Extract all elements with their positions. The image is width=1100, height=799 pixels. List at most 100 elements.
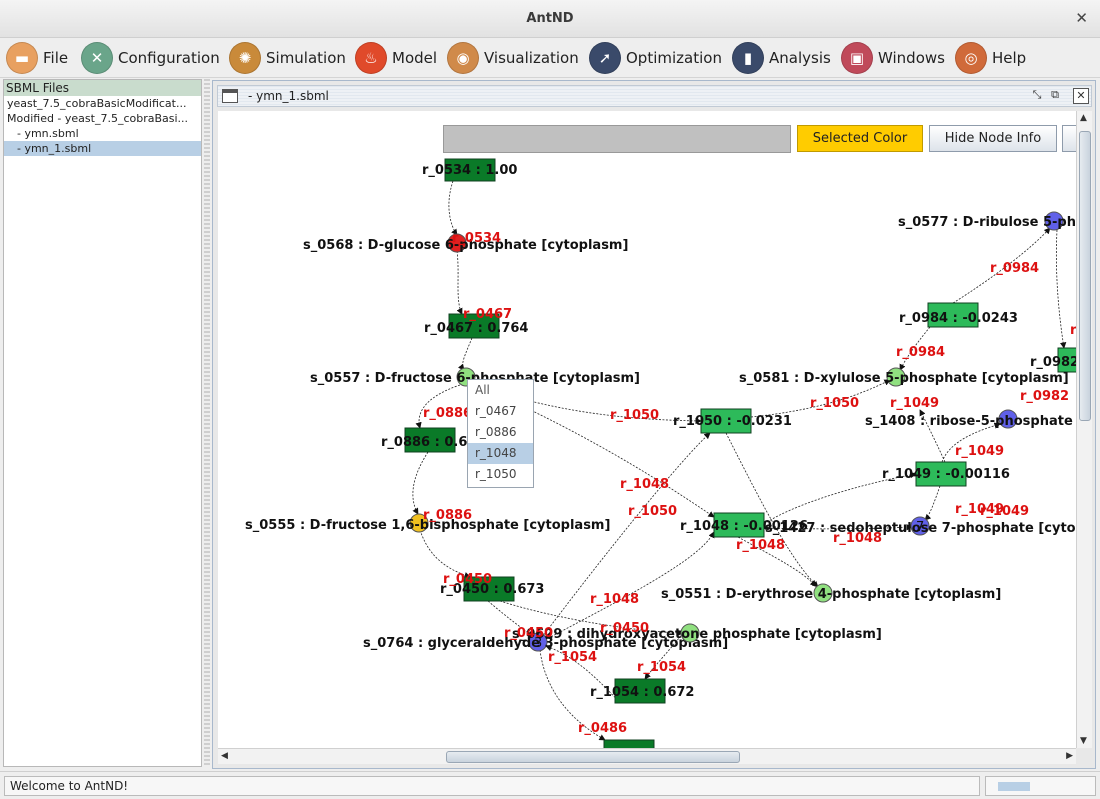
tree-item[interactable]: Modified - yeast_7.5_cobraBasi... [4,111,201,126]
tree-item-selected[interactable]: - ymn_1.sbml [4,141,201,156]
edge-label[interactable]: r_1048 [833,531,882,546]
popup-item[interactable]: r_1050 [468,464,533,485]
color-preview-bar [443,125,791,153]
edge-label[interactable]: r_0534 [452,231,501,246]
scroll-down-icon[interactable]: ▼ [1080,736,1087,746]
reaction-label[interactable]: r_1049 : -0.00116 [882,467,1010,482]
edge-label[interactable]: r_1050 [610,408,659,423]
minimize-icon[interactable]: ⤡ [1029,88,1045,104]
status-message: Welcome to AntND! [4,776,980,796]
edge-label[interactable]: r_1054 [548,650,597,665]
reaction-label[interactable]: r_0534 : 1.00 [422,163,517,178]
tree-item[interactable]: - ymn.sbml [4,126,201,141]
eyes-icon: ◉ [447,42,479,74]
edge-label[interactable]: r_1050 [810,396,859,411]
edge-label[interactable]: r_0486 [578,721,627,736]
scroll-thumb[interactable] [446,751,740,763]
reaction-edge[interactable] [456,250,463,315]
species-label[interactable]: s_0551 : D-erythrose 4-phosphate [cytopl… [661,587,1001,602]
ant-icon: ✺ [229,42,261,74]
species-label[interactable]: s_1408 : ribose-5-phosphate [cytoplasm] [865,414,1076,429]
reaction-label[interactable]: r_0886 : 0.67 [381,435,476,450]
horizontal-scrollbar[interactable]: ◀ ▶ [218,748,1076,764]
network-canvas[interactable]: r_0534 : 1.00 r_0467 : 0.764 r_0886 : 0.67… [218,111,1076,748]
reaction-label[interactable]: r_1054 : 0.672 [590,685,694,700]
edge-label[interactable]: r_0450 [443,572,492,587]
close-icon[interactable]: ✕ [1075,9,1088,27]
species-label[interactable]: s_0629 : dihydroxyacetone phosphate [cyt… [512,627,882,642]
edge-label[interactable]: r_1049 [890,396,939,411]
popup-item[interactable]: All [468,380,533,401]
edge-label[interactable]: r_0886 [423,406,472,421]
reaction-label[interactable]: r_1050 : -0.0231 [673,414,792,429]
species-label[interactable]: s_0577 : D-ribulose 5-phosphate [cytopla… [898,215,1076,230]
status-progress [985,776,1096,796]
edge-label[interactable]: r_0450 [600,621,649,636]
maximize-icon[interactable]: ⧉ [1047,88,1063,104]
edge-label[interactable]: r_1048 [620,477,669,492]
document-icon [222,89,238,103]
species-label[interactable]: s_0581 : D-xylulose 5-phosphate [cytopla… [739,371,1069,386]
hide-node-info-button[interactable]: Hide Node Info [929,125,1057,152]
close-icon[interactable]: ✕ [1073,88,1089,104]
menu-file[interactable]: ▬ File [6,41,68,75]
edge-label[interactable]: r_1054 [637,660,686,675]
reaction-edge[interactable] [412,451,429,515]
menu-windows[interactable]: ▣ Windows [841,41,945,75]
edge-label[interactable]: r_0886 [423,508,472,523]
reaction-label[interactable]: r_0982 [1030,355,1076,370]
folder-icon: ▬ [6,42,38,74]
scroll-thumb[interactable] [1079,131,1091,421]
edge-label[interactable]: r_0984 [990,261,1039,276]
reaction-edge[interactable] [539,432,711,641]
edge-label[interactable]: r_0450 [504,626,553,641]
reaction-label[interactable]: r_0984 : -0.0243 [899,311,1018,326]
reaction-node[interactable] [603,739,655,748]
edge-label[interactable]: r_0982 [1020,389,1069,404]
edge-label[interactable]: r_1049 [980,504,1029,519]
reaction-edge[interactable] [1055,229,1067,349]
reaction-popup-list[interactable]: All r_0467 r_0886 r_1048 r_1050 [467,379,534,488]
reaction-edge[interactable] [924,485,941,521]
menu-visualization[interactable]: ◉ Visualization [447,41,579,75]
document-title: - ymn_1.sbml [248,89,329,103]
tree-item[interactable]: yeast_7.5_cobraBasicModificat... [4,96,201,111]
menu-label: Model [392,49,438,67]
edge-label[interactable]: r_1048 [736,538,785,553]
window-icon: ▣ [841,42,873,74]
menu-label: Simulation [266,49,346,67]
network-graph[interactable]: r_0534 : 1.00 r_0467 : 0.764 r_0886 : 0.67… [218,111,1076,748]
edge-label[interactable]: r_1048 [590,592,639,607]
popup-item[interactable]: r_0886 [468,422,533,443]
selected-color-button[interactable]: Selected Color [797,125,923,152]
menu-configuration[interactable]: ✕ Configuration [81,41,220,75]
reaction-edge[interactable] [448,180,458,236]
reaction-edge[interactable] [725,432,819,588]
scroll-left-icon[interactable]: ◀ [221,751,228,761]
species-label[interactable]: s_1427 : sedoheptulose 7-phosphate [cyto… [765,521,1076,536]
vertical-scrollbar[interactable]: ▲ ▼ [1076,111,1092,748]
menu-label: Visualization [484,49,579,67]
edge-label[interactable]: r_0467 [463,307,512,322]
reaction-edge[interactable] [458,337,473,371]
menu-analysis[interactable]: ▮ Analysis [732,41,831,75]
toolbar-overflow-button[interactable] [1062,125,1076,152]
scroll-right-icon[interactable]: ▶ [1066,751,1073,761]
menu-help[interactable]: ◎ Help [955,41,1026,75]
edge-label[interactable]: r_1050 [628,504,677,519]
panel-splitter[interactable] [204,79,210,767]
edge-label[interactable]: r_0984 [896,345,945,360]
document-titlebar[interactable]: - ymn_1.sbml ⤡ ⧉ ✕ [217,85,1092,107]
scroll-up-icon[interactable]: ▲ [1080,113,1087,123]
edge-label[interactable]: r_1049 [955,444,1004,459]
menu-model[interactable]: ♨ Model [355,41,437,75]
reaction-edge[interactable] [419,529,471,579]
reaction-label[interactable]: r_0467 : 0.764 [424,321,528,336]
status-bar: Welcome to AntND! [0,771,1100,799]
menu-simulation[interactable]: ✺ Simulation [229,41,346,75]
menu-label: Analysis [769,49,831,67]
menu-optimization[interactable]: ➚ Optimization [589,41,722,75]
bar-chart-icon: ▮ [732,42,764,74]
popup-item[interactable]: r_0467 [468,401,533,422]
popup-item-highlighted[interactable]: r_1048 [468,443,533,464]
